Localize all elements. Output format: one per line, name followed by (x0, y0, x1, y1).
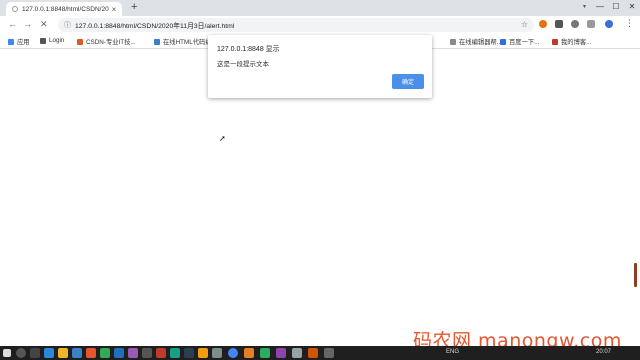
globe-icon (40, 37, 46, 44)
app-icon[interactable] (184, 348, 194, 358)
mouse-cursor-icon: ➚ (219, 134, 226, 143)
app-icon[interactable] (128, 348, 138, 358)
bookmark-item[interactable]: 我的博客... (552, 37, 591, 46)
page-icon (154, 38, 160, 45)
app-icon[interactable] (100, 348, 110, 358)
bookmark-item[interactable]: Login (40, 37, 64, 44)
bookmark-item[interactable]: 应用 (8, 37, 30, 46)
app-icon[interactable] (244, 348, 254, 358)
back-button[interactable]: ← (8, 19, 17, 29)
stop-loading-button[interactable]: ✕ (40, 19, 48, 30)
extension-icon[interactable] (539, 20, 547, 28)
taskbar: ENG 20:07 (0, 346, 640, 360)
app-icon[interactable] (292, 348, 302, 358)
bookmark-item[interactable]: 百度一下... (500, 37, 539, 46)
new-tab-button[interactable]: + (131, 1, 137, 13)
paw-icon (500, 38, 506, 45)
alert-dialog: 127.0.0.1:8848 显示 这是一段提示文本 确定 (208, 35, 432, 98)
extension-icon[interactable] (555, 20, 563, 28)
address-url: 127.0.0.1:8848/html/CSDN/2020年11月3日/aler… (75, 23, 235, 30)
app-icon[interactable] (72, 348, 82, 358)
csdn-icon (77, 38, 83, 45)
app-icon[interactable] (276, 348, 286, 358)
app-icon[interactable] (308, 348, 318, 358)
app-icon[interactable] (324, 348, 334, 358)
folder-icon[interactable] (58, 348, 68, 358)
ok-button[interactable]: 确定 (392, 74, 424, 89)
address-bar[interactable]: ⓘ 127.0.0.1:8848/html/CSDN/2020年11月3日/al… (58, 18, 534, 32)
maximize-button[interactable]: ☐ (608, 0, 624, 14)
bookmark-item[interactable]: CSDN-专业IT技... (77, 37, 136, 46)
extension-icon[interactable] (587, 20, 595, 28)
bookmark-star-icon[interactable]: ☆ (521, 20, 528, 29)
dialog-title: 127.0.0.1:8848 显示 (217, 46, 280, 53)
app-icon[interactable] (198, 348, 208, 358)
search-icon[interactable] (16, 348, 26, 358)
app-icon[interactable] (260, 348, 270, 358)
site-info-icon[interactable]: ⓘ (64, 20, 71, 30)
app-icon[interactable] (156, 348, 166, 358)
page-icon (450, 38, 456, 45)
start-icon[interactable] (3, 349, 11, 357)
loading-icon (12, 6, 18, 12)
dialog-message: 这是一段提示文本 (217, 61, 269, 68)
forward-button[interactable]: → (23, 19, 32, 29)
tab-strip: 127.0.0.1:8848/html/CSDN/20 × + ▾ — ☐ ✕ (0, 0, 640, 16)
avatar[interactable] (605, 20, 613, 28)
app-icon[interactable] (114, 348, 124, 358)
language-indicator[interactable]: ENG (446, 349, 459, 355)
clock[interactable]: 20:07 (596, 349, 611, 355)
app-icon[interactable] (86, 348, 96, 358)
app-icon[interactable] (44, 348, 54, 358)
scroll-indicator[interactable] (634, 263, 637, 287)
apps-icon (8, 38, 14, 45)
app-icon[interactable] (142, 348, 152, 358)
close-window-button[interactable]: ✕ (624, 0, 640, 14)
app-icon[interactable] (212, 348, 222, 358)
task-view-icon[interactable] (30, 348, 40, 358)
menu-icon[interactable]: ⋮ (625, 18, 634, 29)
tab-search-icon[interactable]: ▾ (583, 3, 586, 10)
window-controls: — ☐ ✕ (592, 0, 640, 14)
minimize-button[interactable]: — (592, 0, 608, 14)
bookmark-item[interactable]: 在线编辑器帮... (450, 37, 502, 46)
tab-title: 127.0.0.1:8848/html/CSDN/20 (22, 5, 109, 13)
shield-icon[interactable] (571, 20, 579, 28)
app-icon[interactable] (170, 348, 180, 358)
browser-tab[interactable]: 127.0.0.1:8848/html/CSDN/20 × (6, 2, 122, 16)
tab-close-icon[interactable]: × (110, 5, 118, 14)
blog-icon (552, 38, 558, 45)
chrome-icon[interactable] (228, 348, 238, 358)
